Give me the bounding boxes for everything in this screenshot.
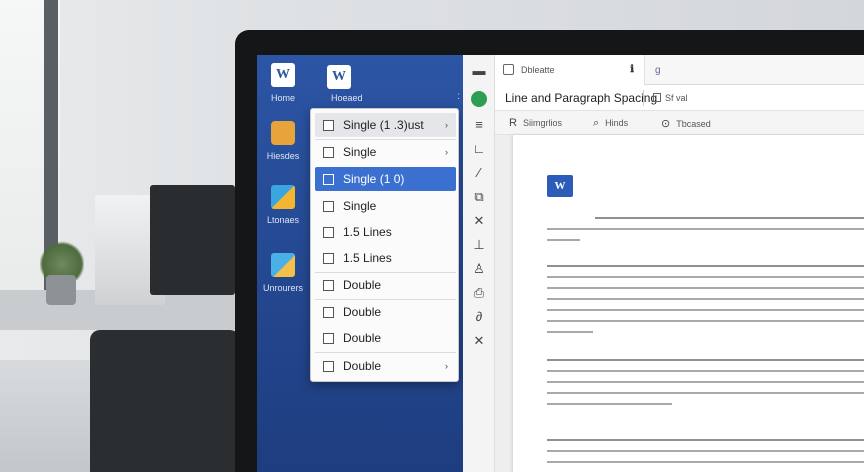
- menu-item-label: Double: [343, 278, 382, 292]
- menu-item-label: 1.5 Lines: [343, 251, 392, 265]
- pane-title: Hoeaed: [331, 93, 363, 103]
- chevron-right-icon: ›: [445, 361, 448, 371]
- paragraph: [547, 359, 864, 414]
- word-icon: W: [271, 63, 295, 87]
- upload-icon: [271, 253, 295, 277]
- close-x-icon[interactable]: ✕: [471, 213, 487, 229]
- cancel-icon[interactable]: ✕: [471, 333, 487, 349]
- menu-item-label: Single: [343, 145, 377, 159]
- sidebar-item-label: Ltonaes: [266, 215, 300, 225]
- checkbox[interactable]: [323, 226, 334, 238]
- checkbox[interactable]: [323, 332, 334, 344]
- line-spacing-menu: Single (1 .3)ust › Single › Single (1 0)…: [310, 108, 459, 382]
- person-icon[interactable]: ♙: [471, 261, 487, 277]
- menu-item-label: Double: [343, 331, 382, 345]
- toolbar-button-siimgrlios[interactable]: R Siimgrlios: [509, 117, 562, 129]
- checkbox[interactable]: [323, 279, 334, 291]
- menu-item-1-5-lines[interactable]: 1.5 Lines: [315, 220, 456, 244]
- menu-item-label: Double: [343, 305, 382, 319]
- app-sidebar: W Home Hiesdes Ltonaes Unrourers W Hoeae…: [257, 55, 463, 472]
- tab-extra[interactable]: g: [655, 65, 661, 76]
- sidebar-item-ltonaes[interactable]: Ltonaes: [263, 185, 303, 225]
- link-icon[interactable]: ∂: [471, 309, 487, 325]
- pane-header: W Hoeaed :: [325, 63, 460, 103]
- r-icon: R: [509, 117, 517, 129]
- pen-icon[interactable]: ⁄: [471, 165, 487, 181]
- ribbon-option-label: Sf val: [665, 93, 688, 103]
- chevron-right-icon: ›: [445, 147, 448, 157]
- sidebar-item-unrourers[interactable]: Unrourers: [263, 253, 303, 293]
- toolbar-button-label: Hinds: [605, 118, 629, 128]
- background-plant-pot: [46, 275, 76, 305]
- menu-item-double[interactable]: Double ›: [315, 354, 456, 378]
- pane-more-button[interactable]: :: [457, 91, 460, 102]
- background-plant: [40, 240, 84, 280]
- menu-item-label: 1.5 Lines: [343, 225, 392, 239]
- checkbox[interactable]: [323, 119, 334, 131]
- stack-icon[interactable]: ≡: [471, 117, 487, 133]
- paragraph: [547, 439, 864, 472]
- square-icon: [653, 93, 661, 102]
- corner-icon[interactable]: ∟: [471, 141, 487, 157]
- menu-item-single[interactable]: Single: [315, 194, 456, 218]
- menu-item-single-1-0[interactable]: Single (1 0): [315, 167, 456, 191]
- background-chair: [90, 330, 240, 472]
- status-green-icon[interactable]: [471, 91, 487, 107]
- clipboard-icon[interactable]: ▬: [471, 63, 487, 79]
- toolbar-button-hinds[interactable]: ⌕ Hinds: [593, 117, 628, 130]
- checkbox[interactable]: [323, 306, 334, 318]
- menu-item-double[interactable]: Double: [315, 300, 456, 324]
- screen: W Home Hiesdes Ltonaes Unrourers W Hoeae…: [257, 55, 864, 472]
- tool-strip: ▬ ≡ ∟ ⁄ ⧉ ✕ ⊥ ♙ ⎙ ∂ ✕: [463, 55, 495, 472]
- sidebar-item-label: Hiesdes: [266, 151, 300, 161]
- document-icon: [271, 185, 295, 209]
- background-monitor: [150, 185, 235, 295]
- sidebar-item-hiesdes[interactable]: Hiesdes: [263, 121, 303, 161]
- ribbon-option[interactable]: Sf val: [653, 93, 688, 103]
- checkbox[interactable]: [323, 200, 334, 212]
- copy-icon[interactable]: ⧉: [471, 189, 487, 205]
- menu-item-label: Single (1 0): [343, 172, 405, 186]
- ribbon-title[interactable]: Line and Paragraph Spacing: [505, 91, 657, 105]
- tab-document[interactable]: Dbleatte ℹ: [495, 55, 645, 85]
- toolbar-button-tbcased[interactable]: ⊙ Tbcased: [661, 117, 711, 130]
- document-tab-icon: [503, 64, 514, 75]
- checkbox[interactable]: [323, 146, 334, 158]
- paragraph: [547, 265, 864, 342]
- checkbox[interactable]: [323, 252, 334, 264]
- tab-bar: Dbleatte ℹ g: [495, 55, 864, 85]
- toolbar-button-label: Tbcased: [676, 119, 711, 129]
- chevron-right-icon: ›: [445, 120, 448, 130]
- menu-divider: [315, 352, 456, 353]
- paragraph: [547, 217, 864, 250]
- target-icon: ⊙: [661, 118, 671, 130]
- sidebar-item-label: Unrourers: [263, 283, 304, 293]
- sidebar-item-home[interactable]: W Home: [263, 63, 303, 103]
- toolbar-button-label: Siimgrlios: [522, 118, 562, 128]
- divider: [643, 90, 644, 106]
- menu-item-1-5-lines[interactable]: 1.5 Lines: [315, 246, 456, 270]
- document-area: Dbleatte ℹ g Line and Paragraph Spacing …: [495, 55, 864, 472]
- menu-item-label: Double: [343, 359, 382, 373]
- menu-item-label: Single: [343, 199, 377, 213]
- word-icon: W: [547, 175, 573, 197]
- checkbox[interactable]: [323, 173, 334, 185]
- secondary-toolbar: R Siimgrlios ⌕ Hinds ⊙ Tbcased: [495, 111, 864, 135]
- file-icon[interactable]: ⎙: [471, 285, 487, 301]
- menu-item-double[interactable]: Double: [315, 326, 456, 350]
- baseline-icon[interactable]: ⊥: [471, 237, 487, 253]
- ribbon: Line and Paragraph Spacing Sf val: [495, 85, 864, 111]
- menu-item-single-custom[interactable]: Single (1 .3)ust ›: [315, 113, 456, 137]
- menu-item-label: Single (1 .3)ust: [343, 118, 424, 132]
- tab-title: Dbleatte: [521, 65, 555, 75]
- document-page[interactable]: W: [513, 135, 864, 472]
- checkbox[interactable]: [323, 360, 334, 372]
- sidebar-item-label: Home: [270, 93, 295, 103]
- word-icon: W: [327, 65, 351, 89]
- menu-item-single[interactable]: Single ›: [315, 140, 456, 164]
- chat-icon: [271, 121, 295, 145]
- search-icon: ⌕: [593, 117, 600, 129]
- tab-info-icon[interactable]: ℹ: [630, 64, 634, 75]
- menu-item-double[interactable]: Double: [315, 273, 456, 297]
